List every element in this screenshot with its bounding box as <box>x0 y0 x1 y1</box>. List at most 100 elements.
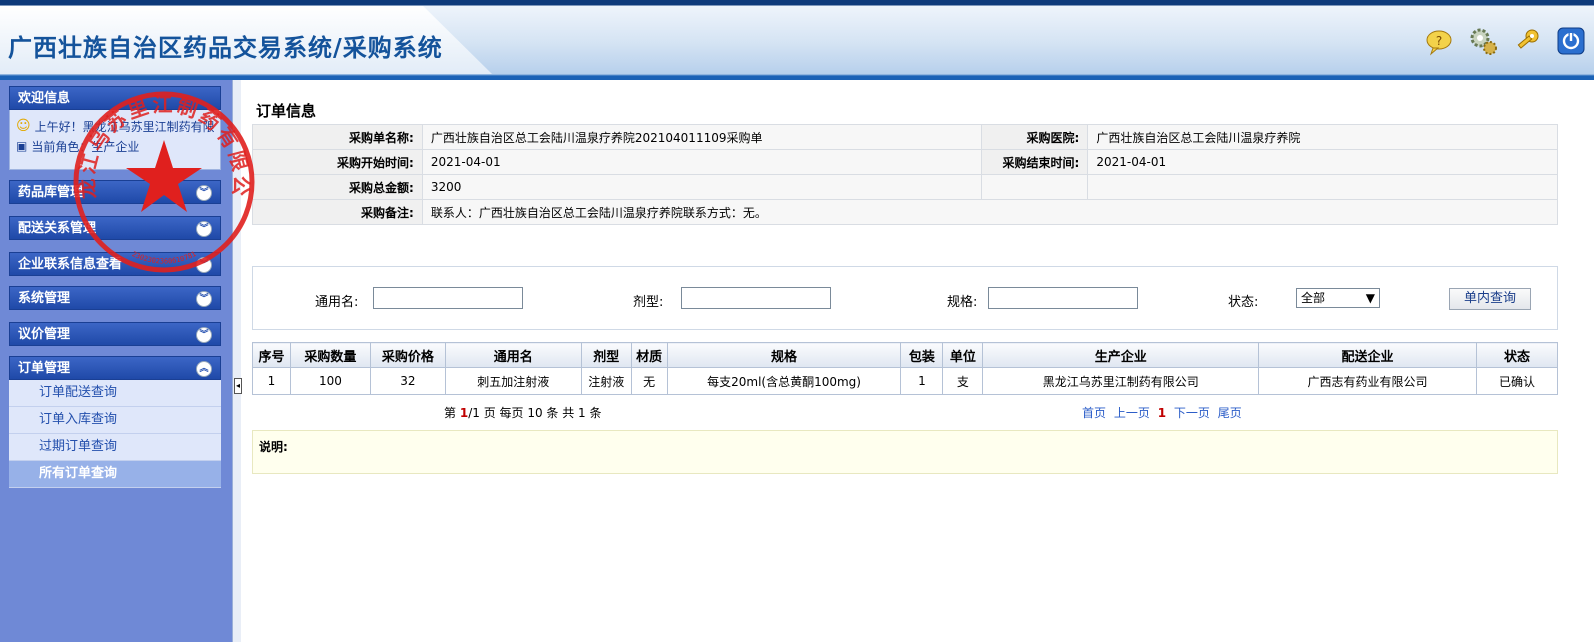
spec-label: 规格: <box>947 295 978 310</box>
greeting-text: 上午好！黑龙江乌苏里江制药有限公司 <box>34 119 214 134</box>
menu-label: 系统管理 <box>18 291 71 306</box>
table-header-row: 序号 采购数量 采购价格 通用名 剂型 材质 规格 包装 单位 生产企业 配送企业 状态 <box>252 342 1559 368</box>
table-cell: 刺五加注射液 <box>444 367 582 395</box>
info-label: 采购备注: <box>252 199 423 225</box>
first-page-link[interactable]: 首页 <box>1082 406 1106 420</box>
info-label: 采购总金额: <box>252 174 423 200</box>
table-body: 1 100 32 刺五加注射液 注射液无每支20ml(含总黄酮100mg) 1 支黑龙江乌苏… <box>252 367 1559 395</box>
dosage-form-label: 剂型: <box>633 295 664 310</box>
table-cell: 支 <box>942 367 984 395</box>
sidebar-item-order-delivery[interactable]: 订单配送查询 <box>9 380 221 407</box>
table-cell: 已确认 <box>1475 367 1559 395</box>
password-key-icon[interactable] <box>1512 26 1542 56</box>
column-header: 通用名 <box>444 342 582 368</box>
menu-label: 议价管理 <box>18 327 71 342</box>
welcome-body: ☺ 上午好！黑龙江乌苏里江制药有限公司 ▣ 当前角色：生产企业 <box>9 110 221 170</box>
user-role-icon: ▣ <box>16 139 28 153</box>
pager-summary: /1 页 每页 10 条 共 1 条 <box>468 406 602 420</box>
status-label: 状态: <box>1228 295 1259 310</box>
hospital-value: 广西壮族自治区总工会陆川温泉疗养院 <box>1087 124 1558 150</box>
in-order-query-button[interactable]: 单内查询 <box>1449 288 1531 310</box>
generic-name-label: 通用名: <box>315 295 359 310</box>
start-time-value: 2021-04-01 <box>421 149 983 175</box>
role-text: 当前角色：生产企业 <box>31 139 140 154</box>
logout-power-icon[interactable] <box>1556 26 1586 56</box>
dosage-form-input[interactable] <box>681 287 831 309</box>
info-label: 采购结束时间: <box>981 149 1089 175</box>
sidebar-splitter[interactable]: ◂ <box>232 80 242 642</box>
menu-company-contact[interactable]: 企业联系信息查看 ︾ <box>9 252 221 276</box>
table-cell: 100 <box>289 367 371 395</box>
app-header: 广西壮族自治区药品交易系统/采购系统 ? <box>0 0 1594 80</box>
chevron-down-icon: ▼ <box>1365 291 1375 305</box>
total-amount-value: 3200 <box>421 174 983 200</box>
expand-chevron-icon[interactable]: ︾ <box>196 327 212 343</box>
sidebar: 欢迎信息 ☺ 上午好！黑龙江乌苏里江制药有限公司 ▣ 当前角色：生产企业 药品库… <box>0 80 232 642</box>
column-header: 生产企业 <box>982 342 1260 368</box>
menu-order[interactable]: 订单管理 ︽ 订单配送查询 订单入库查询 过期订单查询 所有订单查询 <box>9 356 221 488</box>
column-header: 采购价格 <box>369 342 446 368</box>
menu-drug-library[interactable]: 药品库管理 ︾ <box>9 180 221 204</box>
info-label: 采购开始时间: <box>252 149 423 175</box>
column-header: 包装 <box>900 342 944 368</box>
column-header: 剂型 <box>580 342 632 368</box>
settings-icon[interactable] <box>1468 26 1498 56</box>
sidebar-item-expired-orders[interactable]: 过期订单查询 <box>9 434 221 461</box>
generic-name-input[interactable] <box>373 287 523 309</box>
menu-label: 配送关系管理 <box>18 221 97 236</box>
next-page-link[interactable]: 下一页 <box>1174 406 1210 420</box>
expand-chevron-icon[interactable]: ︾ <box>196 291 212 307</box>
prev-page-link[interactable]: 上一页 <box>1114 406 1150 420</box>
order-items-table: 序号 采购数量 采购价格 通用名 剂型 材质 规格 包装 单位 生产企业 配送企业 状态 1 100 32… <box>252 342 1559 395</box>
spec-input[interactable] <box>988 287 1138 309</box>
info-label: 采购医院: <box>981 124 1089 150</box>
last-page-link[interactable]: 尾页 <box>1218 406 1242 420</box>
table-cell: 1 <box>900 367 944 395</box>
expand-chevron-icon[interactable]: ︾ <box>196 221 212 237</box>
welcome-panel-header[interactable]: 欢迎信息 <box>9 86 221 110</box>
column-header: 单位 <box>942 342 984 368</box>
column-header: 状态 <box>1475 342 1559 368</box>
end-time-value: 2021-04-01 <box>1087 149 1558 175</box>
welcome-panel: 欢迎信息 ☺ 上午好！黑龙江乌苏里江制药有限公司 ▣ 当前角色：生产企业 <box>9 86 221 170</box>
column-header: 序号 <box>252 342 291 368</box>
collapse-chevron-icon[interactable]: ︽ <box>196 361 212 377</box>
page-title: 订单信息 <box>256 102 317 120</box>
table-cell: 注射液 <box>580 367 632 395</box>
note-label: 说明: <box>259 440 288 454</box>
menu-label: 企业联系信息查看 <box>18 257 123 272</box>
table-cell: 广西志有药业有限公司 <box>1258 367 1477 395</box>
note-box: 说明: <box>252 430 1558 474</box>
table-cell: 黑龙江乌苏里江制药有限公司 <box>982 367 1260 395</box>
collapse-arrow-icon[interactable]: ◂ <box>234 378 242 394</box>
pager-links: 首页 上一页 1 下一页 尾页 <box>1082 404 1246 421</box>
order-submenu: 订单配送查询 订单入库查询 过期订单查询 所有订单查询 <box>9 380 221 488</box>
app-title: 广西壮族自治区药品交易系统/采购系统 <box>8 33 443 62</box>
expand-chevron-icon[interactable]: ︾ <box>196 185 212 201</box>
menu-delivery-relation[interactable]: 配送关系管理 ︾ <box>9 216 221 240</box>
svg-text:?: ? <box>1436 34 1442 48</box>
column-header: 采购数量 <box>289 342 371 368</box>
info-label: 采购单名称: <box>252 124 423 150</box>
search-panel: 通用名: 剂型: 规格: 状态: 全部 ▼ 单内查询 <box>252 266 1558 330</box>
sidebar-item-all-orders[interactable]: 所有订单查询 <box>9 461 221 488</box>
sidebar-item-order-storage[interactable]: 订单入库查询 <box>9 407 221 434</box>
column-header: 配送企业 <box>1258 342 1477 368</box>
table-cell: 32 <box>369 367 446 395</box>
menu-negotiation[interactable]: 议价管理 ︾ <box>9 322 221 346</box>
help-icon[interactable]: ? <box>1424 26 1454 56</box>
table-cell: 每支20ml(含总黄酮100mg) <box>666 367 902 395</box>
order-info-table: 采购单名称: 广西壮族自治区总工会陆川温泉疗养院202104011109采购单 … <box>252 124 1559 225</box>
table-cell: 无 <box>630 367 668 395</box>
current-page-number: 1 <box>459 406 469 420</box>
table-row[interactable]: 1 100 32 刺五加注射液 注射液无每支20ml(含总黄酮100mg) 1 支黑龙江乌苏… <box>252 367 1559 395</box>
expand-chevron-icon[interactable]: ︾ <box>196 257 212 273</box>
status-select-value: 全部 <box>1301 291 1326 305</box>
column-header: 材质 <box>630 342 668 368</box>
menu-system[interactable]: 系统管理 ︾ <box>9 286 221 310</box>
table-cell: 1 <box>252 367 291 395</box>
smiley-icon: ☺ <box>16 118 31 134</box>
menu-label: 药品库管理 <box>18 185 84 200</box>
header-toolbar: ? <box>1424 26 1586 56</box>
status-select[interactable]: 全部 ▼ <box>1296 288 1380 308</box>
